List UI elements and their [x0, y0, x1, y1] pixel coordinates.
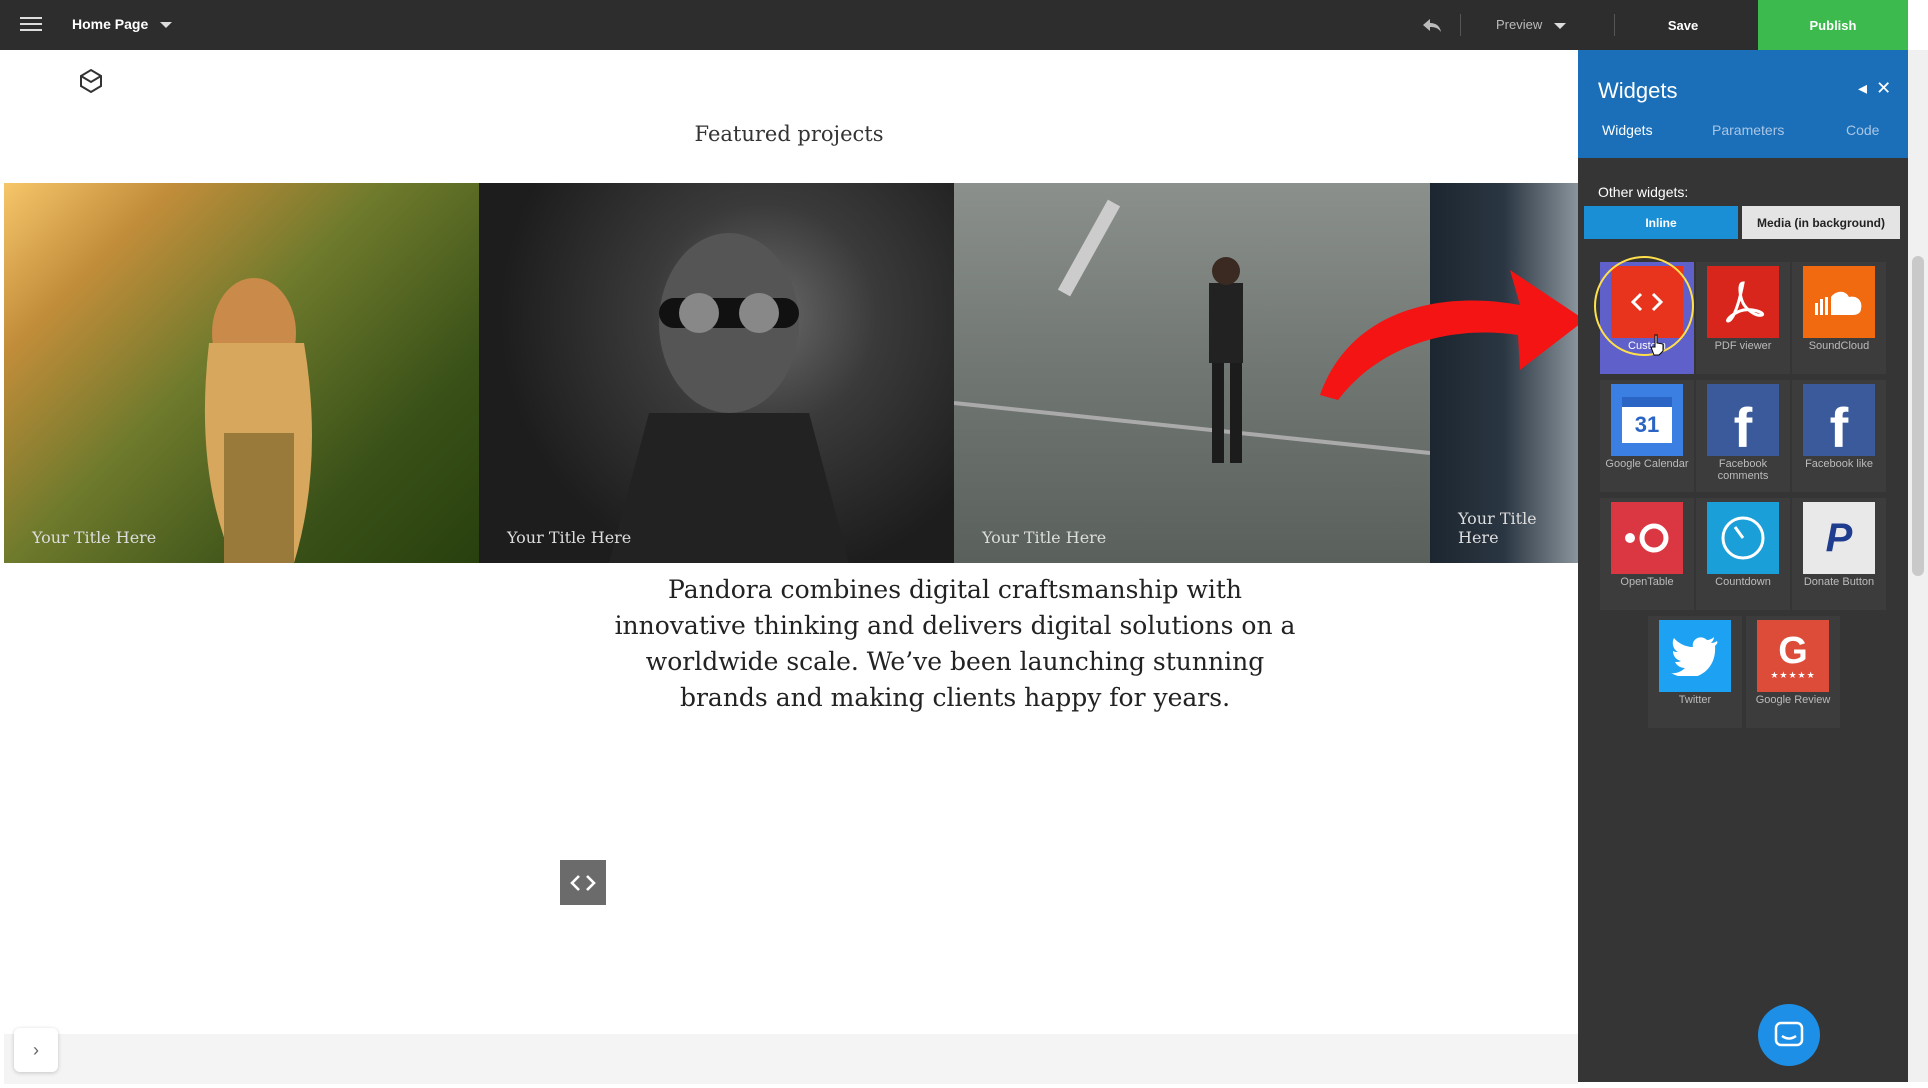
widget-label: Facebook like — [1805, 458, 1873, 470]
tab-widgets[interactable]: Widgets — [1602, 122, 1653, 138]
hamburger-menu-icon[interactable] — [18, 13, 44, 37]
tile-title: Your Title Here — [32, 528, 157, 547]
panel-title: Widgets — [1598, 78, 1678, 103]
star-rating-icon: ★★★★★ — [1770, 669, 1816, 680]
preview-label: Preview — [1496, 17, 1543, 32]
section-title: Featured projects — [694, 122, 884, 146]
project-tile[interactable]: Your Title Here — [479, 183, 954, 563]
panel-header: Widgets ◂ ✕ Widgets Parameters Code — [1578, 50, 1908, 158]
close-icon[interactable]: ✕ — [1876, 78, 1891, 98]
annotation-arrow — [1320, 270, 1585, 400]
undo-icon[interactable] — [1420, 12, 1444, 38]
project-tile[interactable]: Your Title Here — [4, 183, 479, 563]
widget-google-review[interactable]: G ★★★★★ Google Review — [1746, 616, 1840, 728]
widget-google-calendar[interactable]: 31 Google Calendar — [1600, 380, 1694, 492]
portrait-image — [609, 233, 849, 563]
calendar-icon: 31 — [1611, 384, 1683, 456]
widget-label: Google Review — [1755, 694, 1831, 706]
person-image — [204, 278, 312, 563]
top-bar: Home Page Preview Save Publish — [0, 0, 1908, 50]
tile-title: Your Title Here — [982, 528, 1107, 547]
inline-toggle[interactable]: Inline — [1584, 206, 1738, 239]
facebook-icon: f — [1803, 384, 1875, 459]
chevron-down-icon — [160, 22, 173, 29]
clock-icon — [1707, 502, 1779, 574]
tile-title: Your Title Here — [1458, 509, 1537, 547]
widget-donate-button[interactable]: P Donate Button — [1792, 498, 1886, 610]
panel-controls: ◂ ✕ — [1858, 78, 1891, 99]
chevron-down-icon — [1554, 22, 1567, 29]
media-background-toggle[interactable]: Media (in background) — [1742, 206, 1900, 239]
widget-label: Twitter — [1678, 694, 1712, 706]
twitter-icon — [1659, 620, 1731, 692]
collapse-icon[interactable]: ◂ — [1858, 78, 1867, 98]
widget-label: PDF viewer — [1714, 340, 1772, 352]
chat-launcher-button[interactable] — [1758, 1004, 1820, 1066]
widget-label: Donate Button — [1803, 576, 1875, 588]
widget-pdf-viewer[interactable]: PDF viewer — [1696, 262, 1790, 374]
widget-label: Countdown — [1715, 576, 1771, 588]
pdf-icon — [1707, 266, 1779, 338]
custom-code-widget[interactable] — [560, 860, 606, 905]
widget-countdown[interactable]: Countdown — [1696, 498, 1790, 610]
widget-label: Google Calendar — [1605, 458, 1689, 470]
preview-dropdown[interactable]: Preview — [1496, 17, 1567, 32]
widgets-panel: Widgets ◂ ✕ Widgets Parameters Code Othe… — [1578, 50, 1908, 1082]
facebook-icon: f — [1707, 384, 1779, 459]
widget-soundcloud[interactable]: SoundCloud — [1792, 262, 1886, 374]
chevron-right-icon: › — [33, 1039, 39, 1060]
footer-strip — [4, 1034, 1578, 1084]
pointer-cursor-icon — [1650, 334, 1664, 356]
save-button[interactable]: Save — [1610, 0, 1756, 50]
tagline-text: Pandora combines digital craftsmanship w… — [614, 575, 1296, 712]
page-selector-label: Home Page — [72, 16, 149, 32]
widget-label: SoundCloud — [1808, 340, 1870, 352]
widget-facebook-like[interactable]: f Facebook like — [1792, 380, 1886, 492]
expand-button[interactable]: › — [14, 1028, 58, 1072]
opentable-icon — [1611, 502, 1683, 574]
divider — [1460, 14, 1461, 36]
site-logo-icon[interactable] — [78, 68, 104, 94]
calendar-day: 31 — [1622, 397, 1672, 443]
other-widgets-label: Other widgets: — [1598, 184, 1689, 200]
widget-label: OpenTable — [1620, 576, 1674, 588]
tab-code[interactable]: Code — [1846, 122, 1879, 138]
google-icon: G ★★★★★ — [1757, 620, 1829, 692]
publish-button[interactable]: Publish — [1758, 0, 1908, 50]
scrollbar-thumb[interactable] — [1912, 256, 1924, 576]
tab-parameters[interactable]: Parameters — [1712, 122, 1784, 138]
code-icon — [570, 874, 596, 891]
paypal-icon: P — [1803, 502, 1875, 574]
widget-label: Facebook comments — [1717, 458, 1769, 482]
cursor-highlight — [1594, 256, 1694, 356]
widget-twitter[interactable]: Twitter — [1648, 616, 1742, 728]
soundcloud-icon — [1803, 266, 1875, 338]
page-selector[interactable]: Home Page — [72, 16, 173, 32]
widget-facebook-comments[interactable]: f Facebook comments — [1696, 380, 1790, 492]
chat-icon — [1774, 1021, 1804, 1047]
widget-opentable[interactable]: OpenTable — [1600, 498, 1694, 610]
tile-title: Your Title Here — [507, 528, 632, 547]
